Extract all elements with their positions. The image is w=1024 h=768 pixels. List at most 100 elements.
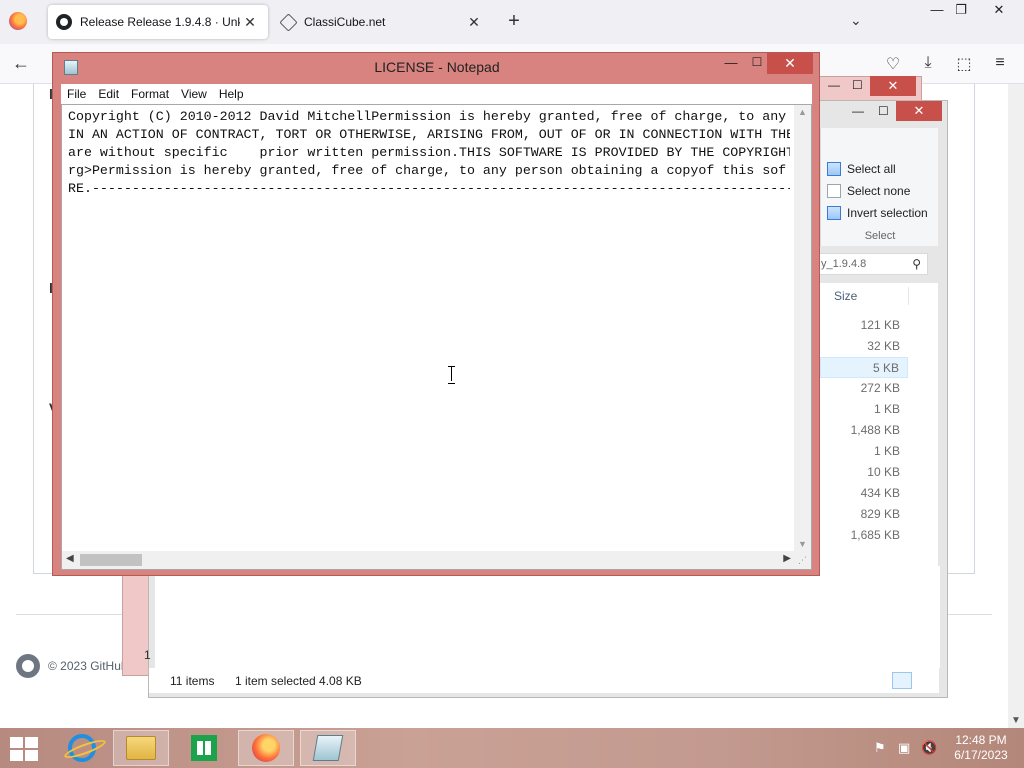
file-row-size[interactable]: 272 KB: [820, 378, 908, 399]
notepad-minimize-button[interactable]: —: [721, 55, 741, 70]
select-all-button[interactable]: Select all: [827, 162, 896, 176]
explorer-maximize-button[interactable]: ☐: [878, 104, 889, 118]
menu-format[interactable]: Format: [131, 87, 169, 101]
system-clock[interactable]: 12:48 PM 6/17/2023: [950, 733, 1012, 763]
menu-bar: File Edit Format View Help: [61, 84, 812, 104]
scroll-down-arrow-icon[interactable]: ▼: [1011, 715, 1021, 726]
window-title: LICENSE - Notepad: [374, 59, 500, 75]
file-row-size[interactable]: 1,685 KB: [820, 525, 908, 546]
github-logo-icon[interactable]: [16, 654, 40, 678]
select-all-icon: [827, 162, 841, 176]
explorer-close-button[interactable]: ✕: [896, 101, 942, 121]
folder-icon: [126, 736, 156, 760]
scroll-right-arrow-icon[interactable]: ▶: [783, 553, 791, 564]
horizontal-scroll-thumb[interactable]: [80, 554, 142, 566]
explorer-minimize-button[interactable]: —: [852, 104, 864, 118]
file-row-size[interactable]: 121 KB: [820, 315, 908, 336]
column-header-size[interactable]: Size: [834, 289, 857, 303]
start-windows-icon[interactable]: [10, 737, 39, 761]
file-row-size[interactable]: 829 KB: [820, 504, 908, 525]
menu-edit[interactable]: Edit: [98, 87, 119, 101]
page-footer: © 2023 GitHub: [16, 654, 128, 678]
notepad-window[interactable]: LICENSE - Notepad — ☐ ✕ File Edit Format…: [52, 52, 820, 576]
text-cursor-icon: [448, 366, 456, 384]
browser-maximize-button[interactable]: ❐: [946, 2, 976, 18]
new-tab-button[interactable]: +: [504, 10, 524, 33]
file-row-size[interactable]: 1 KB: [820, 441, 908, 462]
explorer-back-close-button[interactable]: ✕: [870, 76, 916, 96]
taskbar-store[interactable]: [176, 730, 232, 766]
select-none-icon: [827, 184, 841, 198]
taskbar-internet-explorer[interactable]: [54, 730, 110, 766]
store-icon: [191, 735, 217, 761]
text-line: rg>Permission is hereby granted, free of…: [68, 163, 787, 178]
notepad-close-button[interactable]: ✕: [767, 53, 813, 74]
firefox-logo-icon[interactable]: [9, 12, 27, 30]
footer-copyright: © 2023 GitHub: [48, 659, 128, 673]
download-icon[interactable]: ⤓: [917, 54, 939, 72]
scroll-up-arrow-icon[interactable]: ▲: [798, 107, 807, 117]
status-item-count: 11 items: [170, 674, 215, 688]
search-box[interactable]: y_1.9.4.8 ⚲: [814, 253, 928, 275]
text-editor[interactable]: Copyright (C) 2010-2012 David MitchellPe…: [61, 104, 812, 570]
file-list-empty-area[interactable]: [155, 566, 940, 668]
explorer-back-maximize-button[interactable]: ☐: [852, 78, 863, 92]
text-line: Copyright (C) 2010-2012 David MitchellPe…: [68, 109, 787, 124]
horizontal-scrollbar[interactable]: ◀ ▶: [62, 551, 795, 569]
file-row-size[interactable]: 1,488 KB: [820, 420, 908, 441]
file-row-size[interactable]: 1 KB: [820, 399, 908, 420]
menu-help[interactable]: Help: [219, 87, 244, 101]
resize-grip-icon[interactable]: ⋰: [794, 551, 811, 569]
vertical-scrollbar[interactable]: ▲ ▼: [794, 105, 811, 551]
pocket-icon[interactable]: ♡: [882, 54, 904, 74]
explorer-back-minimize-button[interactable]: —: [828, 78, 840, 92]
invert-selection-label: Invert selection: [847, 206, 928, 220]
hamburger-menu-icon[interactable]: ≡: [989, 54, 1011, 72]
status-selection: 1 item selected 4.08 KB: [235, 674, 362, 688]
action-center-flag-icon[interactable]: ⚑: [874, 740, 886, 756]
scroll-left-arrow-icon[interactable]: ◀: [66, 553, 74, 564]
clock-date: 6/17/2023: [954, 748, 1008, 762]
select-none-button[interactable]: Select none: [827, 184, 910, 198]
tab-title: ClassiCube.net: [304, 15, 386, 29]
taskbar: ⚑ ▣ 🔇 12:48 PM 6/17/2023: [0, 728, 1024, 768]
taskbar-firefox[interactable]: [238, 730, 294, 766]
text-line: RE.-------------------------------------…: [68, 181, 790, 196]
list-all-tabs-button[interactable]: ⌄: [850, 12, 862, 29]
menu-file[interactable]: File: [67, 87, 86, 101]
tab-close-icon[interactable]: ✕: [240, 14, 260, 31]
browser-close-button[interactable]: ✕: [984, 2, 1014, 18]
taskbar-notepad[interactable]: [300, 730, 356, 766]
file-row-size[interactable]: 10 KB: [820, 462, 908, 483]
tab-classicube[interactable]: ClassiCube.net ✕: [272, 5, 492, 39]
extensions-icon[interactable]: ⬚: [953, 54, 975, 74]
network-icon[interactable]: ▣: [898, 740, 910, 756]
search-icon[interactable]: ⚲: [912, 257, 921, 271]
clock-time: 12:48 PM: [955, 733, 1007, 747]
notepad-maximize-button[interactable]: ☐: [747, 55, 767, 69]
file-row-size[interactable]: 5 KB: [820, 357, 908, 378]
scroll-down-arrow-icon[interactable]: ▼: [798, 539, 807, 549]
browser-tab-bar: Release Release 1.9.4.8 · Unknown ✕ Clas…: [0, 0, 1024, 44]
file-row-size[interactable]: 434 KB: [820, 483, 908, 504]
file-row-size[interactable]: 32 KB: [820, 336, 908, 357]
notepad-icon: [312, 735, 344, 761]
select-none-label: Select none: [847, 184, 911, 198]
large-icons-view-icon[interactable]: [915, 672, 935, 689]
explorer-status-bar: 11 items 1 item selected 4.08 KB: [149, 668, 939, 693]
editor-text-area[interactable]: Copyright (C) 2010-2012 David MitchellPe…: [68, 108, 790, 548]
invert-selection-button[interactable]: Invert selection: [827, 206, 928, 220]
list-fragment: 1: [144, 648, 151, 662]
taskbar-file-explorer[interactable]: [113, 730, 169, 766]
back-arrow-icon[interactable]: ←: [12, 53, 30, 74]
select-all-label: Select all: [847, 162, 896, 176]
details-view-icon[interactable]: [892, 672, 912, 689]
page-scrollbar[interactable]: ▼: [1008, 84, 1024, 728]
tab-github-release[interactable]: Release Release 1.9.4.8 · Unknown ✕: [48, 5, 268, 39]
tab-close-icon[interactable]: ✕: [464, 14, 484, 31]
column-separator[interactable]: [908, 287, 909, 305]
volume-muted-icon[interactable]: 🔇: [921, 740, 937, 756]
github-icon: [56, 14, 72, 30]
menu-view[interactable]: View: [181, 87, 207, 101]
internet-explorer-icon: [68, 734, 96, 762]
